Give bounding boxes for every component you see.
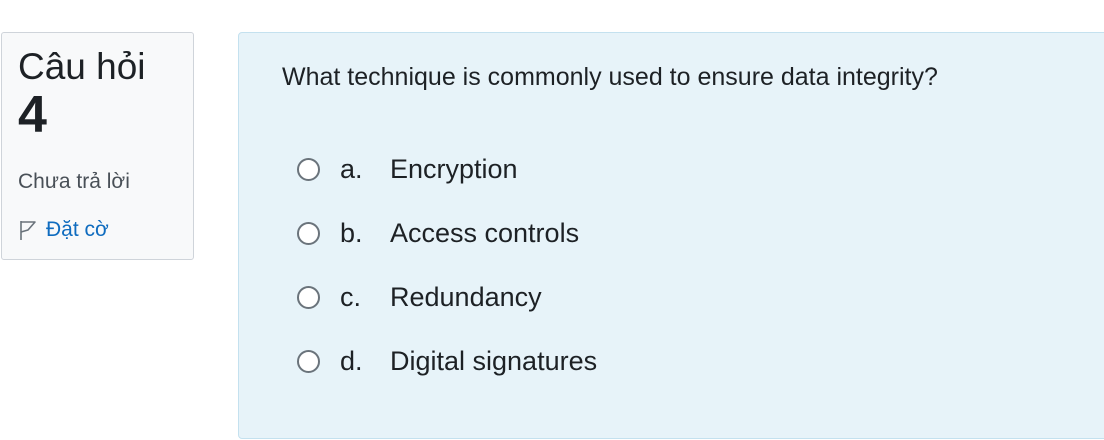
option-letter: b.	[340, 218, 363, 248]
radio-button-c[interactable]	[297, 286, 320, 309]
radio-button-a[interactable]	[297, 158, 320, 181]
question-number: 4	[18, 86, 47, 144]
question-text: What technique is commonly used to ensur…	[282, 63, 938, 91]
option-letter: a.	[340, 154, 363, 184]
option-label: Digital signatures	[390, 346, 598, 376]
radio-button-b[interactable]	[297, 222, 320, 245]
radio-button-d[interactable]	[297, 350, 320, 373]
question-info-card: Câu hỏi 4 Chưa trả lời Đặt cờ	[1, 32, 194, 260]
question-label: Câu hỏi	[18, 46, 146, 87]
option-label: Access controls	[390, 218, 580, 248]
option-label: Encryption	[390, 154, 518, 184]
option-a[interactable]: a. Encryption	[297, 154, 518, 185]
option-b[interactable]: b. Access controls	[297, 218, 579, 249]
flag-label: Đặt cờ	[46, 218, 109, 241]
question-panel: What technique is commonly used to ensur…	[238, 32, 1104, 439]
flag-question-button[interactable]: Đặt cờ	[18, 218, 109, 242]
question-status: Chưa trả lời	[18, 170, 130, 193]
option-letter: c.	[340, 282, 362, 312]
option-c[interactable]: c. Redundancy	[297, 282, 542, 313]
option-letter: d.	[340, 346, 363, 376]
quiz-page: Câu hỏi 4 Chưa trả lời Đặt cờ What techn…	[0, 0, 1104, 440]
option-d[interactable]: d. Digital signatures	[297, 346, 597, 377]
flag-icon	[18, 219, 38, 241]
option-label: Redundancy	[390, 282, 542, 312]
